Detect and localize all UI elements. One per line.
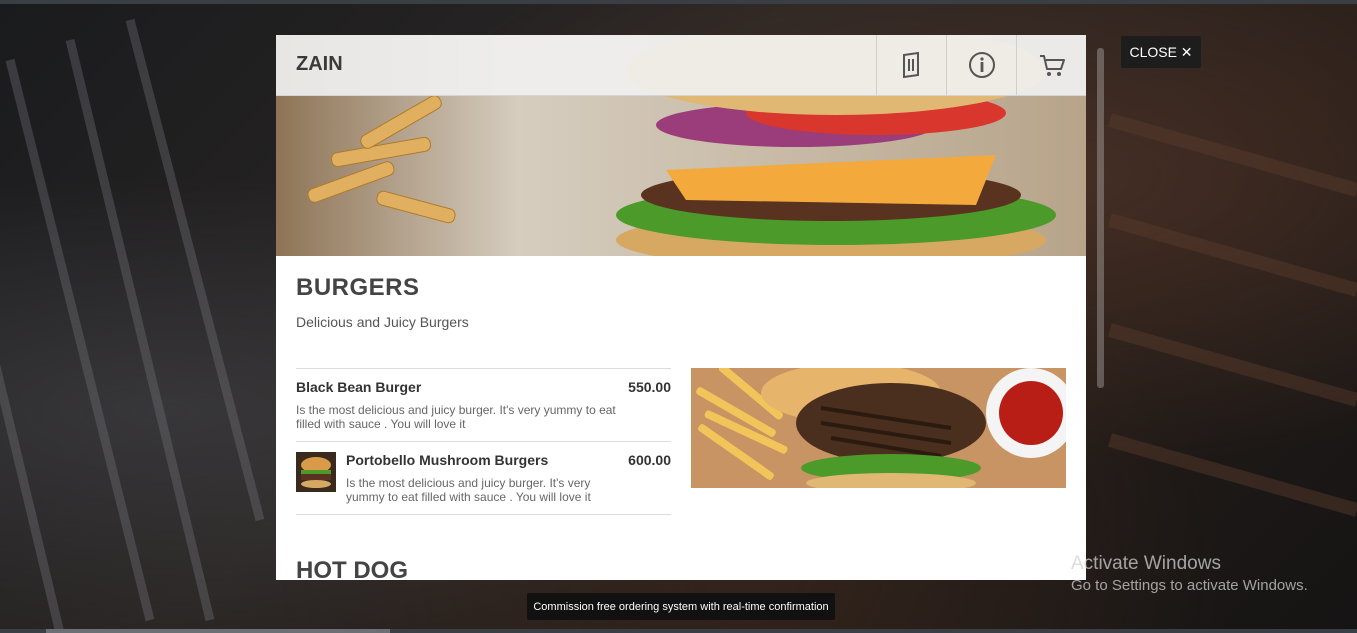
windows-activation-watermark: Activate Windows Go to Settings to activ… (1071, 553, 1308, 594)
section-burger-photo (691, 368, 1066, 488)
item-description: Is the most delicious and juicy burger. … (296, 403, 616, 431)
menu-modal: ZAIN BURGERS Delicious and Juicy Burgers… (276, 35, 1086, 580)
menu-button[interactable] (876, 35, 946, 95)
section-title: BURGERS (296, 274, 420, 301)
menu-book-icon (902, 51, 919, 79)
item-description: Is the most delicious and juicy burger. … (346, 476, 591, 504)
modal-header: ZAIN (276, 35, 1086, 96)
close-button[interactable]: CLOSE ✕ (1121, 36, 1201, 68)
next-section-title: HOT DOG (296, 557, 408, 580)
watermark-title: Activate Windows (1071, 553, 1221, 574)
modal-scrollbar[interactable] (1097, 48, 1104, 388)
info-tooltip: Commission free ordering system with rea… (527, 593, 835, 620)
restaurant-name: ZAIN (296, 53, 343, 75)
menu-item[interactable]: Portobello Mushroom Burgers 600.00 Is th… (296, 442, 671, 515)
taskbar-segment (46, 629, 390, 633)
info-icon (968, 52, 995, 78)
watermark-subtitle: Go to Settings to activate Windows. (1071, 577, 1308, 594)
item-name: Portobello Mushroom Burgers (346, 452, 549, 468)
cart-button[interactable] (1016, 35, 1086, 95)
menu-item-list: Black Bean Burger 550.00 Is the most del… (296, 368, 671, 515)
cart-icon (1039, 55, 1065, 76)
item-thumbnail (296, 452, 336, 492)
info-button[interactable] (946, 35, 1016, 95)
browser-top-strip (0, 0, 1357, 4)
menu-item[interactable]: Black Bean Burger 550.00 Is the most del… (296, 369, 671, 442)
item-price: 600.00 (628, 452, 671, 468)
item-name: Black Bean Burger (296, 379, 422, 395)
section-subtitle: Delicious and Juicy Burgers (296, 314, 469, 330)
item-price: 550.00 (628, 379, 671, 395)
